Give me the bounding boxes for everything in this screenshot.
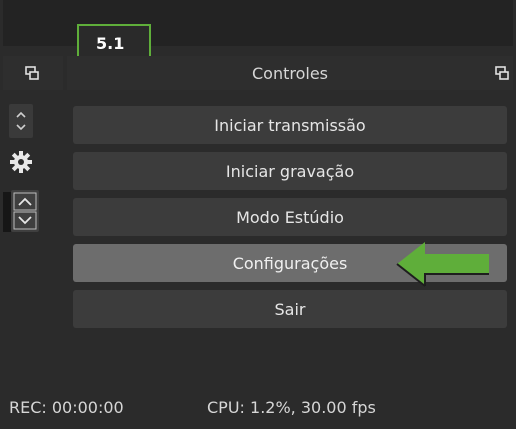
studio-mode-button[interactable]: Modo Estúdio [73, 198, 507, 236]
cpu-fps-status: CPU: 1.2%, 30.00 fps [207, 398, 376, 417]
undock-icon[interactable] [25, 66, 39, 80]
start-recording-button[interactable]: Iniciar gravação [73, 152, 507, 190]
gear-icon[interactable] [9, 150, 33, 174]
up-down-icon [16, 111, 26, 131]
controls-dock-header: Controles [67, 56, 513, 90]
green-arrow-icon [396, 242, 489, 287]
scroll-track [3, 192, 11, 232]
rec-timer: REC: 00:00:00 [9, 398, 124, 417]
start-streaming-button[interactable]: Iniciar transmissão [73, 106, 507, 144]
dock-title: Controles [251, 64, 328, 83]
step-badge-label: 5.1 [96, 34, 125, 53]
up-down-icon [13, 192, 37, 230]
undock-icon[interactable] [495, 66, 509, 80]
status-bar: REC: 00:00:00 CPU: 1.2%, 30.00 fps [3, 392, 513, 426]
left-dock-header [3, 56, 63, 90]
obs-controls-panel: 5.1 Controles Iniciar transmissão Inicia… [3, 0, 513, 426]
up-down-button[interactable] [9, 104, 33, 138]
up-down-button[interactable] [11, 190, 39, 232]
left-column [3, 92, 63, 328]
